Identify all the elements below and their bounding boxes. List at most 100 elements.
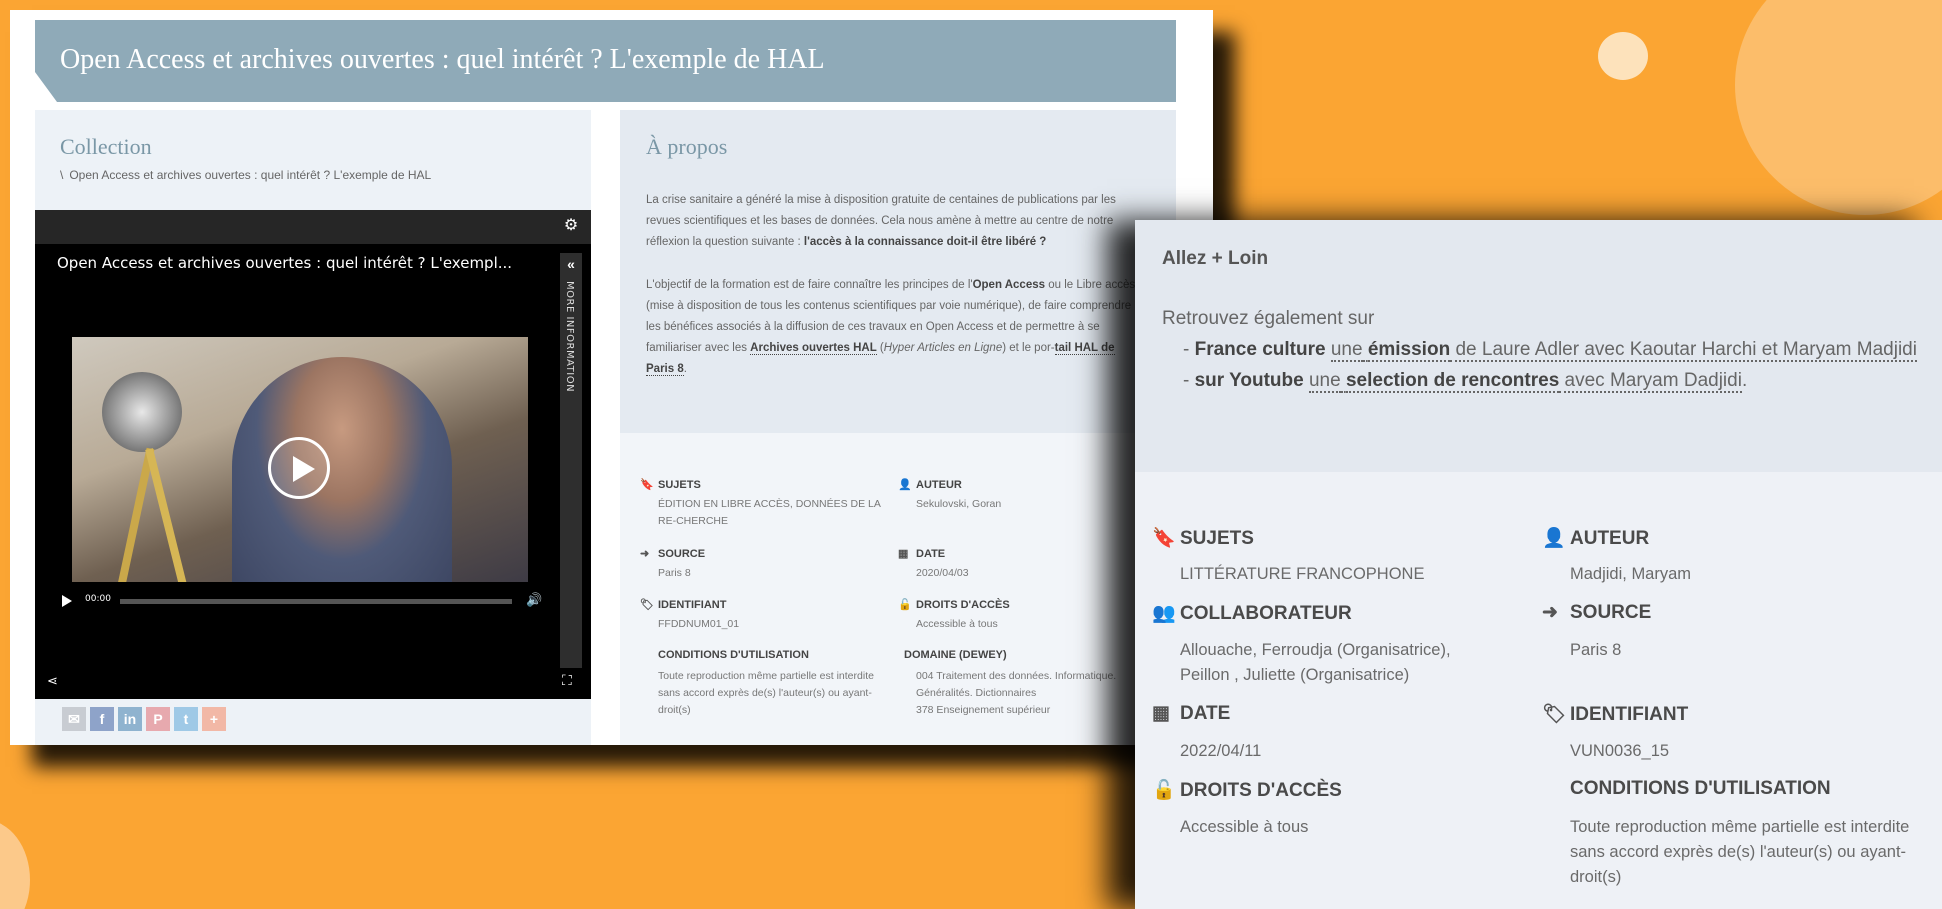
time-readout: 00:00 [85,594,111,604]
source-heading: ➜ SOURCE [1542,602,1652,623]
conditions-value: Toute reproduction même partielle est in… [658,670,874,716]
more-information-label: MORE INFORMATION [564,281,575,393]
unlock-icon: 🔓 [1152,780,1176,801]
calendar-icon: ▦ [898,548,909,560]
date-heading: ▦ DATE [898,548,946,560]
identifiant-value: VUN0036_15 [1570,742,1670,760]
conditions-value: Toute reproduction même partielle est in… [1570,818,1910,886]
users-icon: 👥 [1152,603,1176,624]
france-culture-label: France culture [1194,339,1326,360]
dewey-value-2[interactable]: 378 Enseignement supérieur [916,702,1156,719]
share-icon[interactable]: ⋖ [47,673,58,689]
auteur-value[interactable]: Sekulovski, Goran [916,496,1146,513]
identifiant-heading: 🏷 IDENTIFIANT [640,599,727,611]
hal-archives-link[interactable]: Archives ouvertes HAL [750,342,877,355]
play-control-icon[interactable] [62,595,72,607]
source-value: Paris 8 [1570,641,1622,659]
breadcrumb: \ Open Access et archives ouvertes : quel… [60,168,431,182]
source-value: Paris 8 [658,567,691,579]
about-text: ) et le por- [1002,342,1055,354]
dash: - [1183,370,1195,391]
share-buttons: ✉ f in P t + [62,707,226,731]
about-question: l'accès à la connaissance doit-il être l… [803,236,1047,248]
unlock-icon: 🔓 [898,599,912,611]
video-thumbnail[interactable] [72,337,528,582]
about-paragraph-2: L'objectif de la formation est de faire … [646,275,1141,380]
identifiant-heading: 🏷 IDENTIFIANT [1542,704,1689,725]
progress-bar[interactable] [120,599,512,604]
droits-heading: 🔓 DROITS D'ACCÈS [898,599,1010,611]
tag-icon: 🏷 [640,599,654,611]
bookmark-icon: 🔖 [640,479,654,491]
collection-title: Collection [60,134,152,159]
about-text: L'objectif de la formation est de faire … [646,279,973,291]
more-information-panel[interactable]: « MORE INFORMATION [560,253,582,668]
youtube-line: - sur Youtube une selection de rencontre… [1183,370,1748,393]
collaborateur-heading: 👥 COLLABORATEUR [1152,603,1352,624]
about-text: ( [876,342,884,354]
gear-icon[interactable]: ⚙ [563,218,579,234]
identifiant-value: FFDDNUM01_01 [658,618,740,630]
speaker-shape [232,357,452,582]
about-text: . [683,363,687,375]
france-culture-line: - France culture une émission de Laure A… [1183,339,1917,362]
facebook-icon[interactable]: f [90,707,114,731]
collapse-arrow-icon[interactable]: « [560,253,582,275]
sujets-heading: 🔖 SUJETS [640,479,701,491]
auteur-heading: 👤 AUTEUR [1542,528,1650,549]
about-title: À propos [646,134,728,159]
left-page-screenshot: Open Access et archives ouvertes : quel … [10,10,1213,745]
lamp-shape [102,372,182,452]
plus-icon[interactable]: + [202,707,226,731]
play-icon[interactable] [268,437,330,499]
video-player[interactable]: ⚙ Open Access et archives ouvertes : que… [35,210,591,699]
sign-in-icon: ➜ [1542,602,1558,623]
sujets-value[interactable]: ÉDITION EN LIBRE ACCÈS, DONNÉES DE LA RE… [658,496,888,530]
open-access-term: Open Access [972,279,1046,291]
dewey-value-1[interactable]: 004 Traitement des données. Informatique… [916,668,1156,702]
fullscreen-icon[interactable]: ⛶ [562,672,572,689]
background-circle [1598,32,1648,80]
pinterest-icon[interactable]: P [146,707,170,731]
sujets-value[interactable]: LITTÉRATURE FRANCOPHONE [1180,562,1424,587]
user-icon: 👤 [1542,528,1566,549]
right-page-screenshot: Allez + Loin Retrouvez également sur - F… [1135,220,1942,909]
player-toolbar: ⚙ [35,210,591,244]
allez-loin-heading: Allez + Loin [1162,248,1269,269]
date-heading: ▦ DATE [1152,703,1231,724]
rencontres-link[interactable]: avec Maryam Dadjidi [1559,370,1742,393]
conditions-heading: CONDITIONS D'UTILISATION [1570,778,1831,799]
mail-icon[interactable]: ✉ [62,707,86,731]
hal-acronym: Hyper Articles en Ligne [883,342,1003,354]
linkedin-icon[interactable]: in [118,707,142,731]
breadcrumb-separator: \ [60,168,64,182]
youtube-label: sur Youtube [1194,370,1304,391]
page-title: Open Access et archives ouvertes : quel … [60,44,825,75]
auteur-value[interactable]: Madjidi, Maryam [1570,562,1691,587]
collaborateur-value[interactable]: Allouache, Ferroudja (Organisatrice), Pe… [1180,638,1500,688]
user-icon: 👤 [898,479,912,491]
emission-link[interactable]: une [1330,339,1363,362]
auteur-heading: 👤 AUTEUR [898,479,962,491]
volume-icon[interactable]: 🔊 [526,592,542,608]
date-value: 2022/04/11 [1180,742,1262,760]
header-notch [35,72,57,102]
conditions-heading: CONDITIONS D'UTILISATION [658,649,809,661]
sign-in-icon: ➜ [640,548,650,560]
dash: - [1183,339,1195,360]
droits-heading: 🔓 DROITS D'ACCÈS [1152,780,1342,801]
breadcrumb-item[interactable]: Open Access et archives ouvertes : quel … [69,168,431,182]
sujets-heading: 🔖 SUJETS [1152,528,1254,549]
about-paragraph-1: La crise sanitaire a généré la mise à di… [646,190,1141,253]
twitter-icon[interactable]: t [174,707,198,731]
rencontres-link[interactable]: une [1308,370,1341,393]
source-heading: ➜ SOURCE [640,548,706,560]
emission-link[interactable]: de Laure Adler avec Kaoutar Harchi et Ma… [1450,339,1917,362]
background-circle [0,820,30,909]
rencontres-link[interactable]: selection de rencontres [1345,370,1560,393]
tag-icon: 🏷 [1542,704,1567,725]
video-title: Open Access et archives ouvertes : quel … [57,254,513,272]
emission-link[interactable]: émission [1367,339,1451,362]
intro-text: Retrouvez également sur [1162,308,1375,329]
droits-value: Accessible à tous [916,618,998,630]
